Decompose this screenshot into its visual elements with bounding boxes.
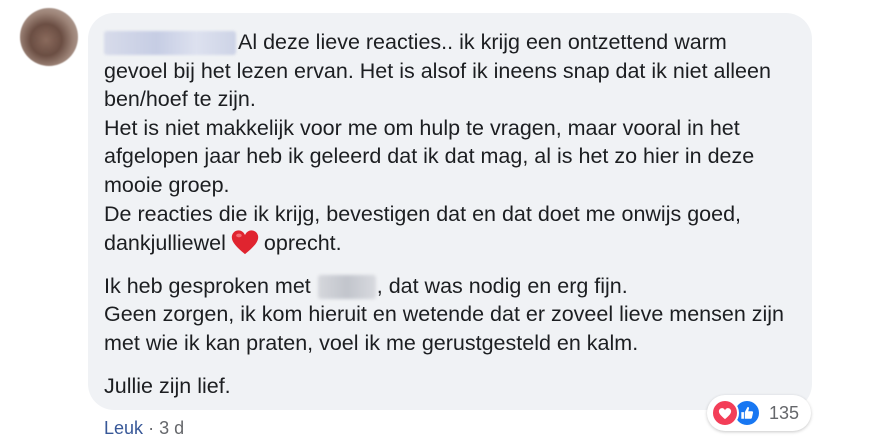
commenter-avatar[interactable] xyxy=(20,8,78,66)
comment-p1-last-a: dankjulliewel xyxy=(104,231,226,256)
love-icon xyxy=(711,399,739,427)
comment-p2-a: Ik heb gesproken met xyxy=(104,273,311,298)
comment-text: Al deze lieve reacties.. ik krijg een on… xyxy=(104,28,804,400)
blurred-mention xyxy=(317,275,376,300)
comment-paragraph-1: Al deze lieve reacties.. ik krijg een on… xyxy=(104,28,804,258)
comment-paragraph-2: Ik heb gesproken met , dat was nodig en … xyxy=(104,272,804,358)
reactions-summary[interactable]: 135 xyxy=(707,395,811,431)
comment-paragraph-3: Jullie zijn lief. xyxy=(104,373,231,398)
comment-timestamp[interactable]: 3 d xyxy=(159,418,184,438)
heart-emoji-icon xyxy=(231,230,259,255)
comment-p1-rest: gevoel bij het lezen ervan. Het is alsof… xyxy=(104,58,771,226)
separator-dot: · xyxy=(148,418,155,438)
comment-p2-rest: Geen zorgen, ik kom hieruit en wetende d… xyxy=(104,302,785,355)
comment-p2-b: , dat was nodig en erg fijn. xyxy=(376,273,628,298)
blurred-author-name[interactable] xyxy=(104,31,236,56)
comment-p1-last-b: oprecht. xyxy=(263,231,342,256)
like-link[interactable]: Leuk xyxy=(104,418,143,438)
comment-first-line: Al deze lieve reacties.. ik krijg een on… xyxy=(238,30,727,54)
comment-actions: Leuk · 3 d xyxy=(104,418,184,439)
reaction-count: 135 xyxy=(769,403,800,423)
